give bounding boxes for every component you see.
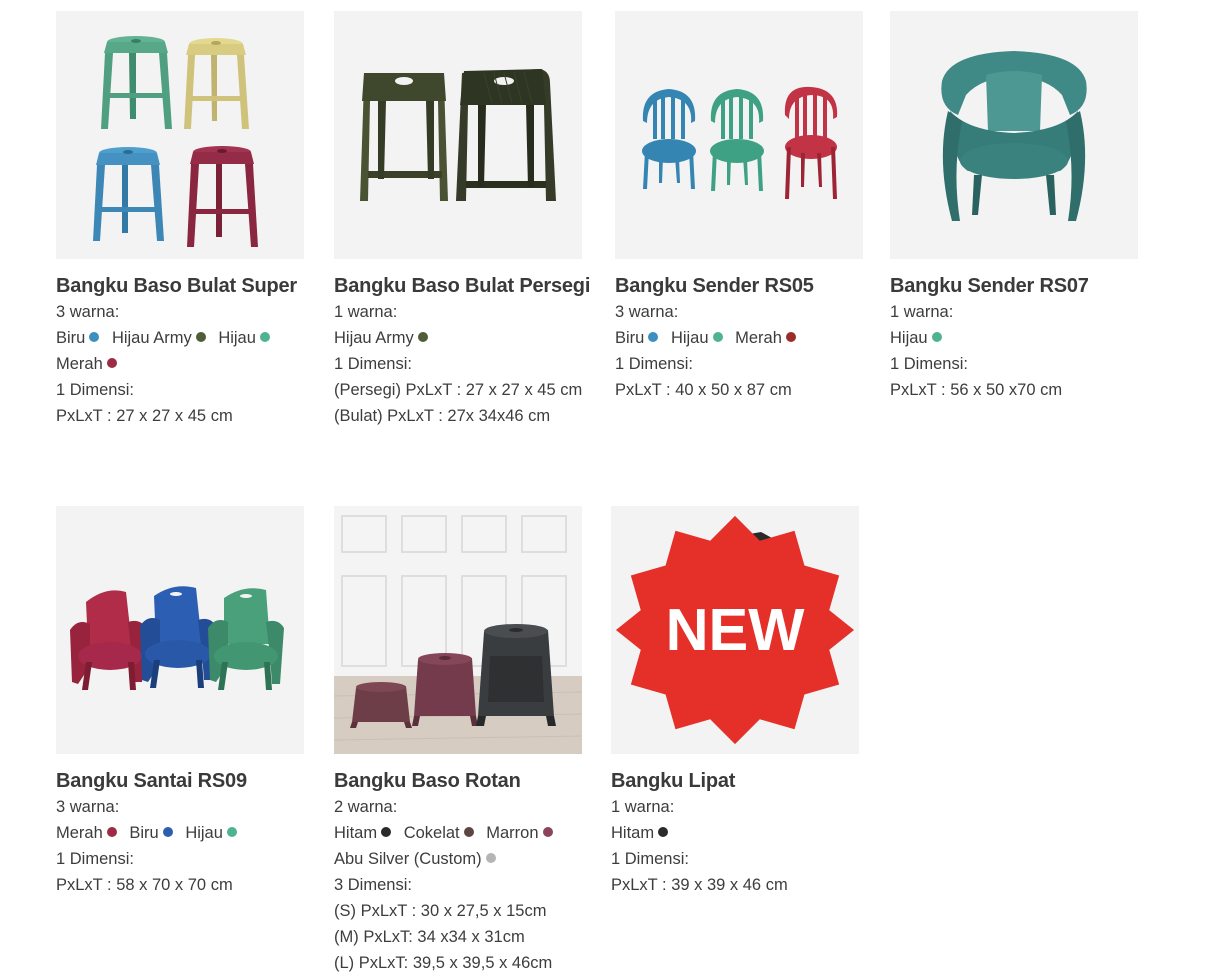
color-list: Hijau Army (334, 325, 582, 351)
dimension-value: (Persegi) PxLxT : 27 x 27 x 45 cm (334, 381, 583, 399)
colors-label: 3 warna: (56, 798, 120, 816)
color-dot (89, 332, 100, 342)
colors-label: 2 warna: (334, 798, 398, 816)
color-dot (658, 827, 669, 837)
armchair-icon (941, 51, 1087, 221)
color-dot (162, 827, 173, 837)
product-image[interactable] (56, 11, 304, 259)
dimension-value: (S) PxLxT : 30 x 27,5 x 15cm (334, 902, 547, 920)
color-option: Cokelat (404, 820, 474, 846)
colors-label: 1 warna: (334, 303, 398, 321)
bistro-chairs-icon (642, 86, 838, 199)
color-list: Hitam (611, 820, 859, 846)
dimension-value: PxLxT : 56 x 50 x70 cm (890, 381, 1063, 399)
rattan-stools-icon (334, 506, 582, 754)
color-dot (381, 827, 392, 837)
color-dot (712, 332, 723, 342)
color-option: Merah (56, 351, 117, 377)
color-option: Hijau (218, 325, 270, 351)
color-option: Hijau (890, 325, 942, 351)
color-option: Biru (56, 325, 100, 351)
color-option: Merah (56, 820, 117, 846)
color-option: Hijau Army (112, 325, 206, 351)
color-list-continued: Abu Silver (Custom) (334, 846, 582, 872)
color-dot (259, 332, 270, 342)
color-option: Biru (129, 820, 173, 846)
new-badge-icon: NEW (615, 515, 855, 745)
dimension-label: 1 Dimensi: (334, 355, 412, 373)
colors-label: 3 warna: (615, 303, 679, 321)
color-option: Hitam (334, 820, 392, 846)
product-title[interactable]: Bangku Baso Bulat Persegi (334, 273, 590, 299)
dimension-value: (Bulat) PxLxT : 27x 34x46 cm (334, 407, 551, 425)
color-option: Hijau Army (334, 325, 428, 351)
color-dot (417, 332, 428, 342)
dimension-label: 1 Dimensi: (615, 355, 693, 373)
product-title[interactable]: Bangku Sender RS07 (890, 273, 1138, 299)
color-list: Biru Hijau Army Hijau (56, 325, 304, 351)
color-option: Hijau (185, 820, 237, 846)
dimension-label: 3 Dimensi: (334, 876, 412, 894)
color-list: Hitam Cokelat Marron (334, 820, 582, 846)
product-image[interactable]: NEW (611, 506, 859, 754)
color-dot (485, 853, 496, 863)
lounge-chairs-icon (70, 586, 284, 690)
dimension-value: PxLxT : 40 x 50 x 87 cm (615, 381, 792, 399)
color-dot (931, 332, 942, 342)
product-card-lipat[interactable]: NEW Bangku Lipat 1 warna: Hitam 1 Dimens… (611, 506, 859, 898)
color-dot (226, 827, 237, 837)
product-image[interactable] (615, 11, 863, 259)
product-card-baso-bulat-persegi[interactable]: Bangku Baso Bulat Persegi 1 warna: Hijau… (334, 11, 590, 429)
product-title[interactable]: Bangku Santai RS09 (56, 768, 304, 794)
dimension-value: PxLxT : 39 x 39 x 46 cm (611, 876, 788, 894)
dimension-label: 1 Dimensi: (890, 355, 968, 373)
color-option: Hijau (671, 325, 723, 351)
product-image[interactable] (334, 11, 582, 259)
dimension-label: 1 Dimensi: (56, 381, 134, 399)
colors-label: 1 warna: (890, 303, 954, 321)
product-title[interactable]: Bangku Baso Bulat Super (56, 273, 304, 299)
product-image[interactable] (334, 506, 582, 754)
product-card-baso-bulat-super[interactable]: Bangku Baso Bulat Super 3 warna: Biru Hi… (56, 11, 304, 429)
new-badge-label: NEW (666, 596, 806, 663)
colors-label: 3 warna: (56, 303, 120, 321)
color-dot (106, 358, 117, 368)
color-option: Marron (486, 820, 553, 846)
dimension-value: PxLxT : 27 x 27 x 45 cm (56, 407, 233, 425)
product-title[interactable]: Bangku Sender RS05 (615, 273, 863, 299)
color-dot (195, 332, 206, 342)
product-image[interactable] (56, 506, 304, 754)
color-dot (463, 827, 474, 837)
colors-label: 1 warna: (611, 798, 675, 816)
color-list: Biru Hijau Merah (615, 325, 863, 351)
stools-four-colors-icon (93, 36, 258, 247)
color-option: Hitam (611, 820, 669, 846)
color-list-continued: Merah (56, 351, 304, 377)
color-dot (785, 332, 796, 342)
color-dot (542, 827, 553, 837)
product-image[interactable] (890, 11, 1138, 259)
color-dot (648, 332, 659, 342)
color-dot (106, 827, 117, 837)
army-stools-icon (360, 69, 556, 201)
product-card-sender-rs05[interactable]: Bangku Sender RS05 3 warna: Biru Hijau M… (615, 11, 863, 403)
product-title[interactable]: Bangku Baso Rotan (334, 768, 582, 794)
color-list: Merah Biru Hijau (56, 820, 304, 846)
color-list: Hijau (890, 325, 1138, 351)
dimension-value: PxLxT : 58 x 70 x 70 cm (56, 876, 233, 894)
dimension-label: 1 Dimensi: (56, 850, 134, 868)
dimension-value: (L) PxLxT: 39,5 x 39,5 x 46cm (334, 954, 553, 972)
product-title[interactable]: Bangku Lipat (611, 768, 859, 794)
product-card-santai-rs09[interactable]: Bangku Santai RS09 3 warna: Merah Biru H… (56, 506, 304, 898)
product-card-baso-rotan[interactable]: Bangku Baso Rotan 2 warna: Hitam Cokelat… (334, 506, 582, 976)
product-card-sender-rs07[interactable]: Bangku Sender RS07 1 warna: Hijau 1 Dime… (890, 11, 1138, 403)
color-option: Merah (735, 325, 796, 351)
dimension-value: (M) PxLxT: 34 x34 x 31cm (334, 928, 525, 946)
color-option: Abu Silver (Custom) (334, 846, 496, 872)
dimension-label: 1 Dimensi: (611, 850, 689, 868)
color-option: Biru (615, 325, 659, 351)
